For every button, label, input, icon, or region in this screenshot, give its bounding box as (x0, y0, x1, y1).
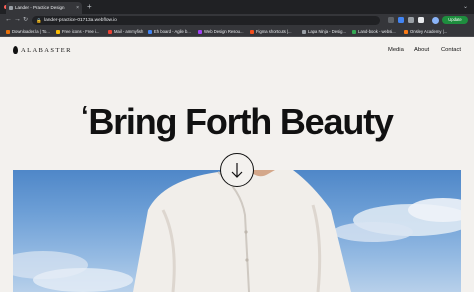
bookmark-favicon-icon (6, 29, 10, 34)
bookmark-favicon-icon (352, 29, 356, 34)
tab-search-icon[interactable]: ⌄ (463, 2, 468, 12)
bookmark-item[interactable]: Land-book - websi... (352, 26, 396, 37)
tab-title: Lander - Practice Design (15, 5, 65, 10)
bookmark-item[interactable]: Web Design Resou... (198, 26, 244, 37)
hero-image (13, 170, 461, 292)
back-icon[interactable]: ← (5, 14, 12, 26)
browser-tab-strip: Lander - Practice Design × + ⌄ (0, 0, 474, 14)
bookmark-label: Web Design Resou... (204, 29, 244, 34)
bookmark-label: Onsley Academy |... (410, 29, 448, 34)
hero-headline: ‘Bring Forth Beauty (0, 100, 474, 143)
bookmark-item[interactable]: Eh board - Agile b... (148, 26, 191, 37)
url-text: lander-practice-01713a.webflow.io (44, 17, 117, 23)
bookmark-label: Eh board - Agile b... (154, 29, 191, 34)
nav-link-contact[interactable]: Contact (441, 47, 461, 53)
tab-favicon-icon (9, 6, 13, 10)
bookmark-favicon-icon (56, 29, 60, 34)
bookmark-label: Free icons - Free i... (62, 29, 100, 34)
bookmark-favicon-icon (108, 29, 112, 34)
extension-icon[interactable] (398, 17, 404, 23)
bookmark-favicon-icon (302, 29, 306, 34)
web-page: ALABASTER Media About Contact ‘Bring For… (0, 37, 474, 292)
sidepanel-icon[interactable] (418, 17, 424, 23)
nav-link-about[interactable]: About (414, 47, 429, 53)
bookmarks-bar: Downloader.la | To... Free icons - Free i… (0, 26, 474, 37)
bookmark-item[interactable]: Onsley Academy |... (404, 26, 447, 37)
share-icon[interactable] (388, 17, 394, 23)
nav-link-media[interactable]: Media (388, 47, 404, 53)
bookmark-item[interactable]: Figma shortcuts |... (250, 26, 292, 37)
reload-icon[interactable]: ↻ (23, 14, 28, 26)
bookmark-item[interactable]: Free icons - Free i... (56, 26, 99, 37)
drop-icon (13, 46, 18, 54)
bookmark-label: Downloader.la | To... (12, 29, 50, 34)
headline-text: Bring Forth Beauty (88, 101, 394, 142)
logo-text: ALABASTER (21, 46, 72, 54)
update-button[interactable]: Update (442, 16, 468, 24)
hero-photo-illustration (13, 170, 461, 292)
new-tab-icon[interactable]: + (87, 2, 92, 12)
profile-avatar[interactable] (432, 16, 439, 24)
arrow-down-icon (231, 163, 243, 178)
address-bar[interactable]: 🔒 lander-practice-01713a.webflow.io (32, 15, 380, 25)
bookmark-label: Figma shortcuts |... (256, 29, 292, 34)
headline-quote-mark: ‘ (81, 100, 88, 130)
lock-icon: 🔒 (36, 17, 42, 23)
browser-toolbar: ← → ↻ 🔒 lander-practice-01713a.webflow.i… (0, 14, 474, 26)
scroll-down-button[interactable] (220, 153, 254, 187)
bookmark-label: Land-book - websi... (358, 29, 396, 34)
forward-icon[interactable]: → (14, 14, 21, 26)
tab-close-icon[interactable]: × (76, 2, 79, 14)
bookmark-label: Mail - ammyfish (114, 29, 144, 34)
bookmark-favicon-icon (404, 29, 408, 34)
bookmark-item[interactable]: Downloader.la | To... (6, 26, 50, 37)
bookmark-favicon-icon (250, 29, 254, 34)
browser-tab[interactable]: Lander - Practice Design × (6, 2, 82, 14)
bookmark-item[interactable]: Mail - ammyfish (108, 26, 143, 37)
bookmark-favicon-icon (198, 29, 202, 34)
bookmark-favicon-icon (148, 29, 152, 34)
extensions-puzzle-icon[interactable] (408, 17, 414, 23)
bookmark-label: Lapa Ninja - Desig... (308, 29, 346, 34)
bookmark-item[interactable]: Lapa Ninja - Desig... (302, 26, 346, 37)
